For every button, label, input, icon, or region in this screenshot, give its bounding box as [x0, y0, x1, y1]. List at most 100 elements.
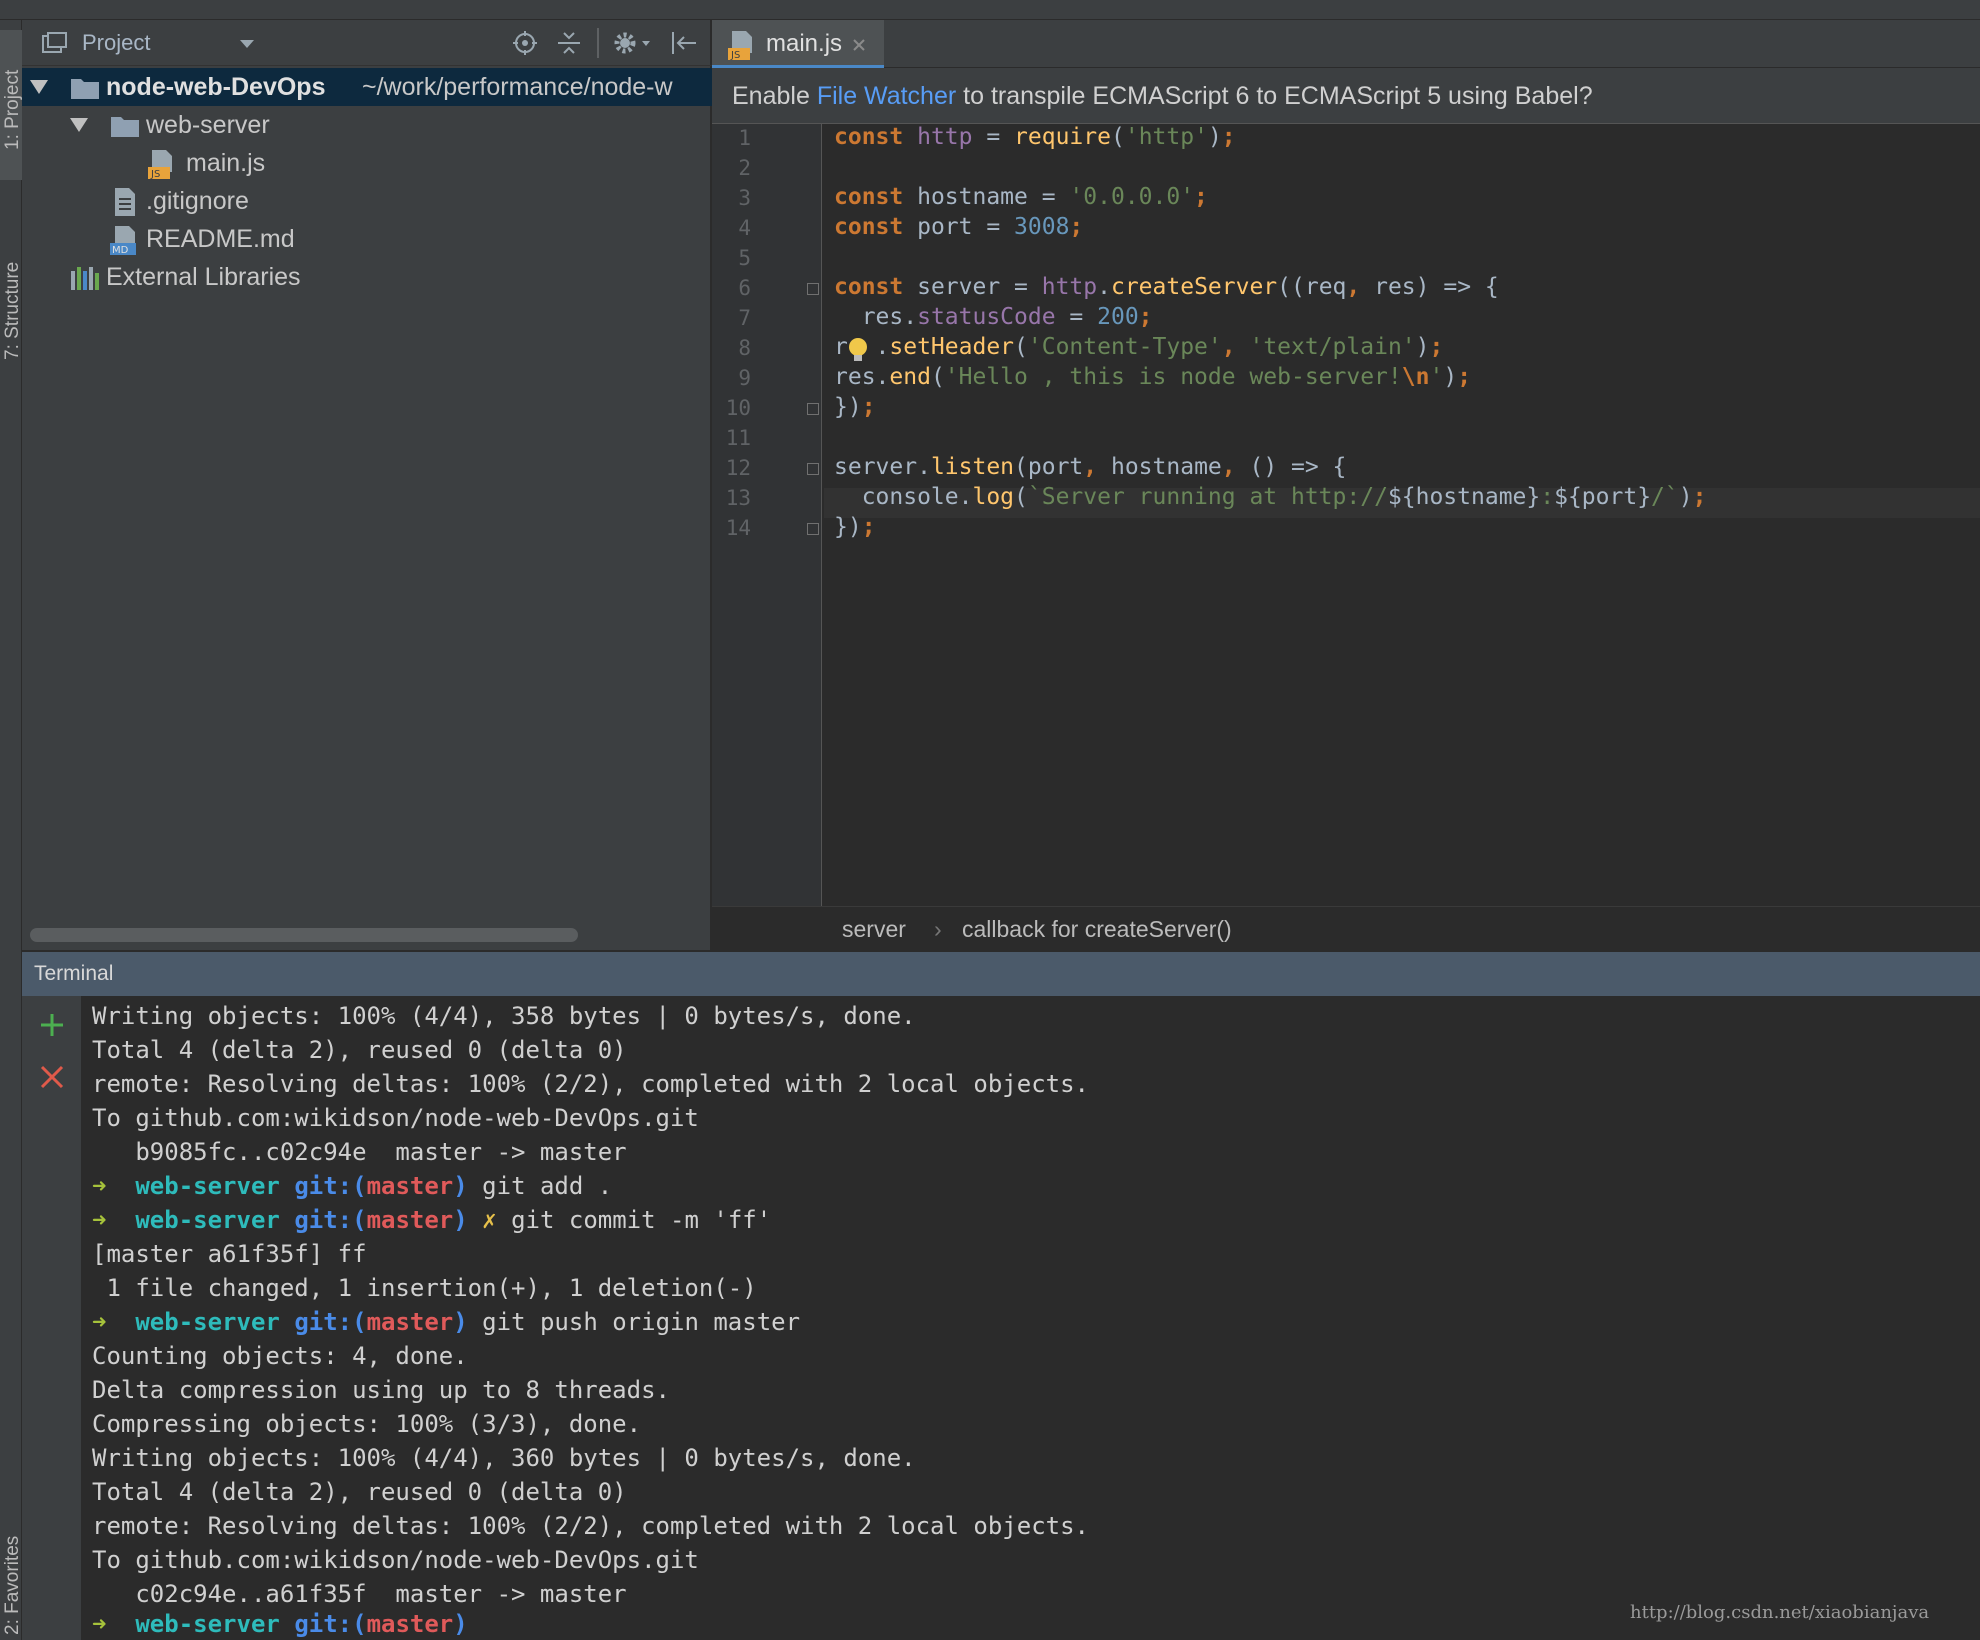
prompt-branch: master [366, 1610, 454, 1638]
lightbulb-icon[interactable] [846, 336, 872, 364]
tree-item-node-web-devops[interactable]: node-web-DevOps ~/work/performance/node-… [22, 68, 712, 106]
terminal-command: git push origin master [482, 1308, 801, 1336]
tree-item-readme[interactable]: MD README.md [22, 220, 712, 258]
favorites-side-tab-label: 2: Favorites [2, 1535, 23, 1635]
locate-target-icon[interactable] [512, 30, 538, 56]
text-file-icon [115, 188, 135, 216]
project-view-selector[interactable]: Project [82, 30, 150, 56]
project-panel: Project node-web-DevOps ~/work/performan… [22, 20, 712, 950]
terminal-line: remote: Resolving deltas: 100% (2/2), co… [92, 1512, 1089, 1540]
tree-item-path: ~/work/performance/node-w [362, 73, 673, 101]
line-number: 6 [738, 276, 751, 300]
prompt-dir: web-server [135, 1610, 280, 1638]
folder-icon [71, 79, 99, 99]
fold-marker-icon[interactable] [807, 463, 819, 475]
terminal-prompt-line: ➜ web-server git:(master) git push origi… [92, 1308, 800, 1336]
svg-text:JS: JS [150, 169, 160, 179]
editor-tab-bar: JS main.js [712, 20, 1980, 68]
line-number: 14 [725, 516, 751, 540]
line-number: 5 [738, 246, 751, 270]
terminal-line: c02c94e..a61f35f master -> master [92, 1580, 627, 1608]
terminal-output[interactable]: Writing objects: 100% (4/4), 358 bytes |… [82, 996, 1980, 1640]
svg-text:JS: JS [730, 50, 740, 60]
line-number: 4 [738, 216, 751, 240]
fold-marker-icon[interactable] [807, 523, 819, 535]
code-line-7: res.statusCode = 200; [834, 304, 1153, 330]
hide-panel-icon[interactable] [670, 30, 698, 56]
code-editor[interactable]: 1 2 3 4 5 6 7 8 9 10 11 12 13 14 const h… [712, 124, 1980, 906]
code-line-3: const hostname = '0.0.0.0'; [834, 184, 1208, 210]
banner-suffix: to transpile ECMAScript 6 to ECMAScript … [963, 82, 1593, 110]
prompt-close: ) [453, 1308, 468, 1336]
line-number: 3 [738, 186, 751, 210]
code-line-12: server.listen(port, hostname, () => { [834, 454, 1347, 480]
toolbar-divider [597, 28, 599, 58]
prompt-close: ) [453, 1172, 468, 1200]
prompt-branch: master [366, 1206, 454, 1234]
prompt-arrow-icon: ➜ [92, 1206, 107, 1234]
code-line-10: }); [834, 394, 876, 420]
tree-item-label: README.md [146, 225, 295, 253]
expanded-arrow-icon[interactable] [70, 118, 88, 134]
line-number: 13 [725, 486, 751, 510]
gear-icon[interactable] [612, 29, 652, 57]
breadcrumb-item-callback[interactable]: callback for createServer() [962, 907, 1232, 951]
project-side-tab-label: 1: Project [2, 69, 23, 150]
fold-marker-icon[interactable] [807, 283, 819, 295]
library-icon [71, 267, 99, 290]
collapse-all-icon[interactable] [556, 30, 582, 56]
terminal-line: [master a61f35f] ff [92, 1240, 367, 1268]
tree-item-gitignore[interactable]: .gitignore [22, 182, 712, 220]
terminal-title: Terminal [34, 962, 114, 985]
tab-label: main.js [766, 30, 843, 57]
line-number: 1 [738, 126, 751, 150]
terminal-line: Counting objects: 4, done. [92, 1342, 468, 1370]
terminal-line: To github.com:wikidson/node-web-DevOps.g… [92, 1546, 699, 1574]
tree-item-external-libraries[interactable]: External Libraries [22, 258, 712, 296]
line-number: 7 [738, 306, 751, 330]
tree-item-label: External Libraries [106, 263, 301, 291]
window-top-strip [0, 0, 1980, 20]
expanded-arrow-icon[interactable] [30, 80, 48, 96]
tree-item-label: web-server [146, 111, 270, 139]
close-icon[interactable] [39, 1064, 65, 1090]
project-side-tab[interactable]: 1: Project [0, 30, 23, 180]
js-file-icon: JS [728, 31, 752, 60]
code-line-1: const http = require('http'); [834, 124, 1236, 150]
prompt-git: git:( [294, 1206, 367, 1234]
project-horizontal-scrollbar[interactable] [30, 928, 578, 942]
fold-marker-icon[interactable] [807, 403, 819, 415]
code-line-9: res.end('Hello , this is node web-server… [834, 364, 1472, 390]
file-watcher-link[interactable]: File Watcher [817, 82, 956, 110]
breadcrumb: server › callback for createServer() [712, 906, 1980, 950]
prompt-close: ) [453, 1206, 468, 1234]
breadcrumb-item-server[interactable]: server [842, 907, 906, 951]
code-line-8: r .setHeader('Content-Type', 'text/plain… [834, 334, 1444, 360]
terminal-line: Total 4 (delta 2), reused 0 (delta 0) [92, 1478, 627, 1506]
prompt-arrow-icon: ➜ [92, 1610, 107, 1638]
tree-item-main-js[interactable]: JS main.js [22, 144, 712, 182]
code-line-14: }); [834, 514, 876, 540]
favorites-side-tab[interactable]: 2: Favorites [0, 1490, 23, 1640]
tab-main-js[interactable]: JS main.js [712, 20, 884, 68]
left-tool-strip: 1: Project 7: Structure 2: Favorites [0, 20, 23, 1640]
terminal-command: git commit -m 'ff' [511, 1206, 772, 1234]
file-watcher-banner: Enable File Watcher to transpile ECMAScr… [712, 68, 1980, 124]
project-panel-header: Project [22, 20, 712, 66]
md-file-icon: MD [110, 226, 136, 255]
prompt-close: ) [453, 1610, 468, 1638]
prompt-dir: web-server [135, 1308, 280, 1336]
prompt-branch: master [366, 1308, 454, 1336]
structure-side-tab[interactable]: 7: Structure [0, 210, 23, 380]
chevron-down-icon[interactable] [240, 40, 254, 50]
dirty-mark-icon: ✗ [482, 1206, 497, 1234]
line-number: 11 [725, 426, 751, 450]
close-icon[interactable] [852, 38, 866, 52]
terminal-prompt-line: ➜ web-server git:(master) git add . [92, 1172, 612, 1200]
line-number: 10 [725, 396, 751, 420]
add-icon[interactable] [39, 1012, 65, 1038]
terminal-prompt-line: ➜ web-server git:(master) ✗ git commit -… [92, 1206, 771, 1234]
tree-item-web-server[interactable]: web-server [22, 106, 712, 144]
line-number-gutter: 1 2 3 4 5 6 7 8 9 10 11 12 13 14 [712, 124, 822, 906]
prompt-git: git:( [294, 1172, 367, 1200]
